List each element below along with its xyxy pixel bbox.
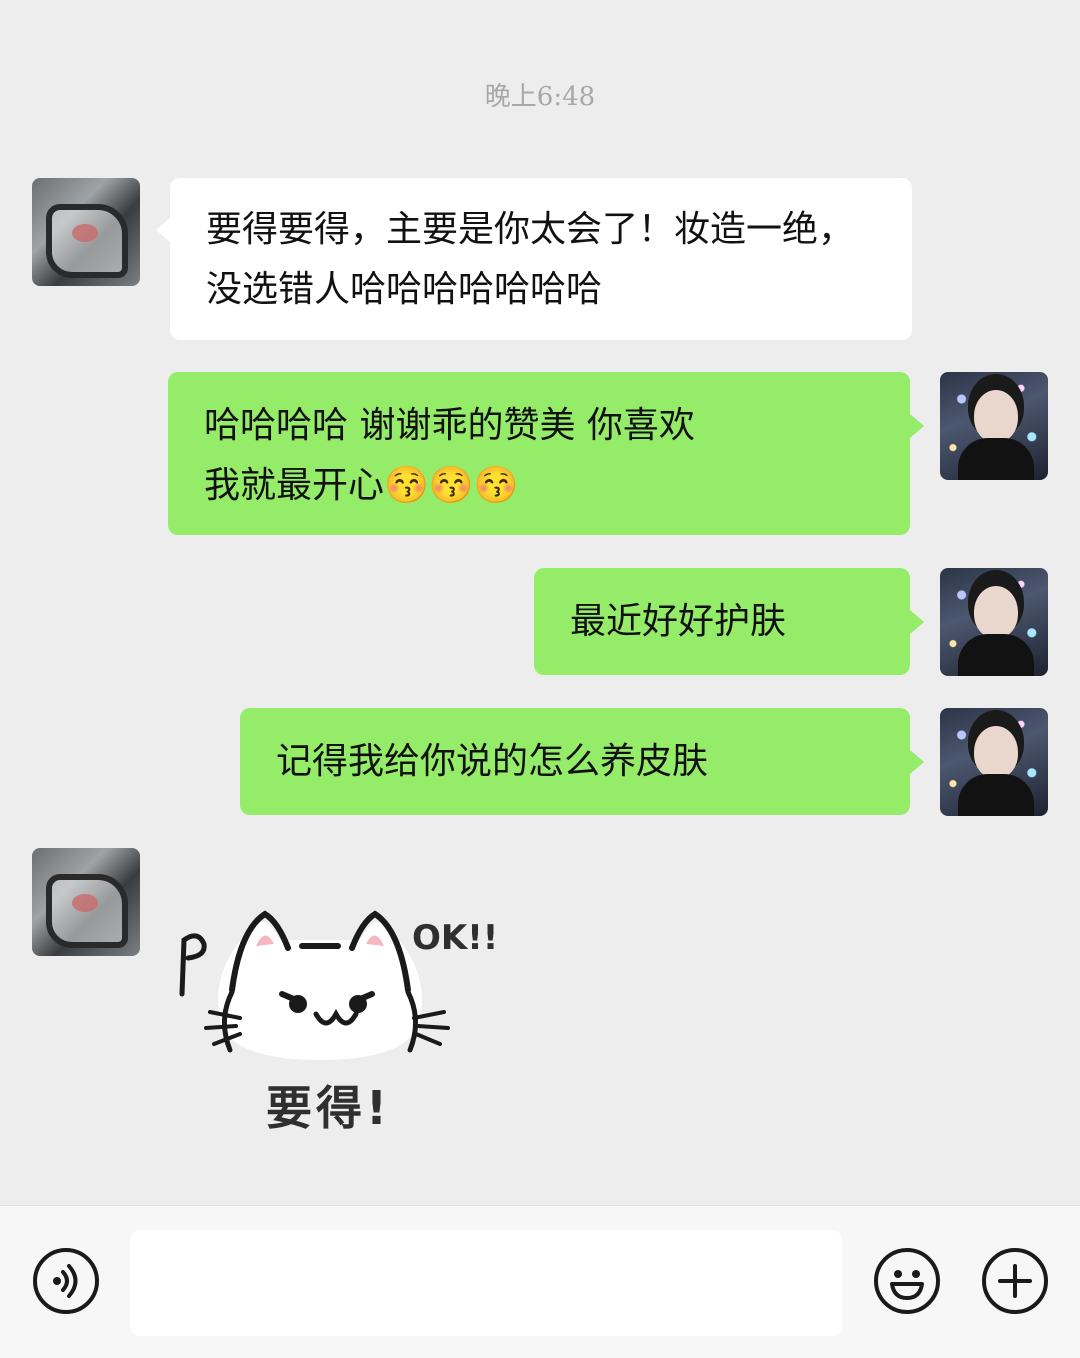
message-bubble-self[interactable]: 哈哈哈哈 谢谢乖的赞美 你喜欢 我就最开心😚😚😚 [168, 372, 924, 535]
message-text-line: 哈哈哈哈 谢谢乖的赞美 你喜欢 [204, 405, 695, 446]
message-bubble-peer[interactable]: 要得要得，主要是你太会了！妆造一绝，没选错人哈哈哈哈哈哈哈 [156, 178, 912, 340]
self-avatar[interactable] [940, 372, 1048, 480]
peer-avatar[interactable] [32, 848, 140, 956]
peer-avatar[interactable] [32, 178, 140, 286]
message-bubble-self[interactable]: 最近好好护肤 [534, 568, 924, 675]
message-input[interactable] [130, 1230, 842, 1336]
input-bar [0, 1205, 1080, 1358]
sticker-ok-text: OK!! [412, 918, 499, 958]
plus-icon [998, 1264, 1032, 1298]
message-text: 记得我给你说的怎么养皮肤 [276, 741, 709, 782]
emoji-button[interactable] [874, 1248, 940, 1314]
voice-icon [53, 1264, 78, 1298]
more-button[interactable] [982, 1248, 1048, 1314]
self-avatar[interactable] [940, 708, 1048, 816]
message-text: 最近好好护肤 [570, 601, 787, 642]
message-bubble-self[interactable]: 记得我给你说的怎么养皮肤 [240, 708, 924, 815]
message-timestamp: 晚上6:48 [484, 82, 596, 112]
voice-button[interactable] [33, 1248, 99, 1314]
emoji-icon [890, 1270, 924, 1300]
chat-area: 晚上6:48 要得要得，主要是你太会了！妆造一绝，没选错人哈哈哈哈哈哈哈 哈哈哈… [0, 0, 1080, 1205]
cat-sticker[interactable]: OK!! 要得! [170, 900, 500, 1140]
self-avatar[interactable] [940, 568, 1048, 676]
message-text: 要得要得，主要是你太会了！妆造一绝，没选错人哈哈哈哈哈哈哈 [206, 209, 855, 310]
message-text-line: 我就最开心😚😚😚 [204, 465, 519, 506]
sticker-caption: 要得! [266, 1081, 391, 1135]
